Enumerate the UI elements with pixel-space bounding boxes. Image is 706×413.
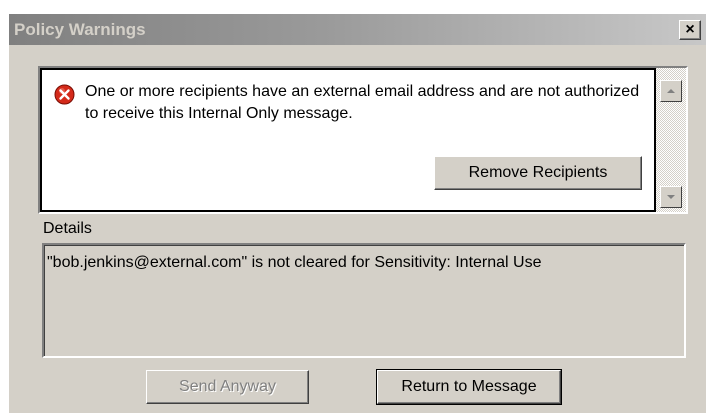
error-icon bbox=[54, 84, 75, 105]
details-label: Details bbox=[43, 220, 92, 237]
policy-warnings-dialog: Policy Warnings × One or more recipients… bbox=[8, 13, 706, 413]
details-box: "bob.jenkins@external.com" is not cleare… bbox=[42, 243, 686, 358]
dialog-title: Policy Warnings bbox=[14, 20, 146, 39]
close-icon: × bbox=[685, 21, 695, 38]
warning-scrollbar[interactable] bbox=[656, 68, 686, 212]
return-to-message-label: Return to Message bbox=[377, 370, 561, 404]
close-button[interactable]: × bbox=[679, 20, 701, 40]
details-text: "bob.jenkins@external.com" is not cleare… bbox=[47, 254, 542, 271]
warning-list: One or more recipients have an external … bbox=[40, 68, 656, 212]
return-to-message-button[interactable]: Return to Message bbox=[376, 369, 562, 405]
send-anyway-button[interactable]: Send Anyway bbox=[146, 370, 309, 404]
remove-recipients-button[interactable]: Remove Recipients bbox=[434, 156, 642, 190]
scroll-down-button[interactable] bbox=[660, 186, 682, 208]
warning-panel: One or more recipients have an external … bbox=[38, 66, 688, 214]
scroll-up-button[interactable] bbox=[660, 80, 682, 102]
details-inner: "bob.jenkins@external.com" is not cleare… bbox=[44, 245, 684, 356]
warning-message: One or more recipients have an external … bbox=[85, 83, 640, 122]
arrow-down-icon bbox=[667, 195, 675, 199]
title-bar[interactable]: Policy Warnings × bbox=[9, 14, 706, 45]
arrow-up-icon bbox=[667, 89, 675, 93]
